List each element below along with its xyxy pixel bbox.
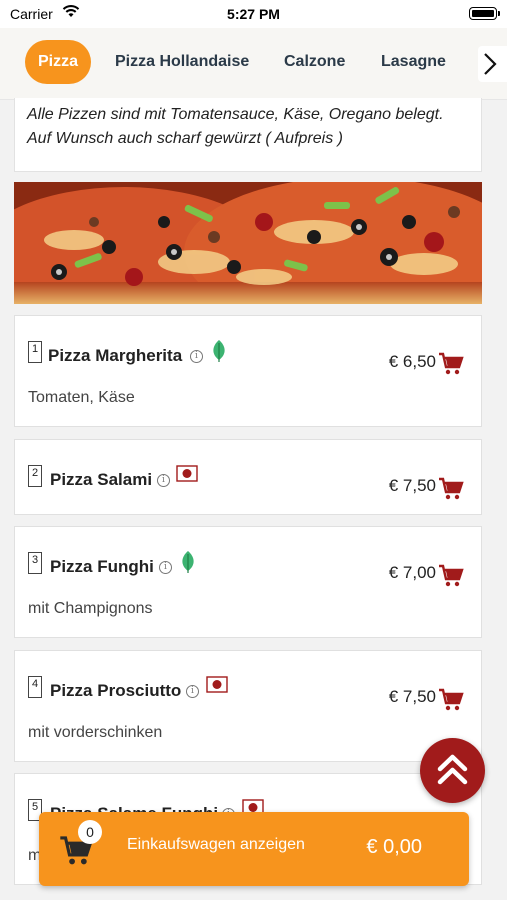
tab-pizza[interactable]: Pizza (25, 40, 92, 84)
category-tabs: Pizza Pizza Hollandaise Calzone Lasagne (0, 28, 507, 100)
add-to-cart-icon[interactable] (438, 352, 464, 381)
add-to-cart-icon[interactable] (438, 477, 464, 506)
cart-count-badge: 0 (78, 820, 102, 844)
tab-calzone[interactable]: Calzone (284, 40, 345, 84)
item-name: Pizza Margherita (48, 346, 183, 365)
info-icon[interactable]: i (186, 685, 199, 698)
tab-lasagne[interactable]: Lasagne (381, 40, 446, 84)
item-number: 3 (28, 552, 42, 574)
leaf-icon (179, 550, 197, 579)
meat-icon (206, 676, 228, 698)
item-description: mit vorderschinken (28, 724, 163, 741)
item-price: € 7,00 (388, 563, 436, 582)
item-price: € 6,50 (388, 352, 436, 371)
view-cart-button[interactable]: 0 Einkaufswagen anzeigen € 0,00 (39, 812, 469, 886)
menu-item[interactable]: 1 Pizza Margherita i € 6,50 Tomaten, Käs… (14, 315, 482, 427)
add-to-cart-icon[interactable] (438, 564, 464, 593)
item-name: Pizza Funghi (50, 557, 154, 576)
pizza-banner-image (14, 182, 482, 304)
clock: 5:27 PM (227, 6, 280, 22)
double-chevron-up-icon (437, 754, 468, 785)
category-description: Alle Pizzen sind mit Tomatensauce, Käse,… (14, 98, 482, 172)
meat-icon (176, 465, 198, 487)
item-price: € 7,50 (388, 687, 436, 706)
cart-label: Einkaufswagen anzeigen (127, 836, 305, 853)
chevron-right-icon (484, 53, 497, 75)
next-tabs-button[interactable] (478, 46, 507, 82)
tab-pizza-hollandaise[interactable]: Pizza Hollandaise (115, 40, 249, 84)
item-number: 4 (28, 676, 42, 698)
cart-total: € 0,00 (366, 836, 422, 858)
item-description: mit Champignons (28, 600, 153, 617)
add-to-cart-icon[interactable] (438, 688, 464, 717)
info-icon[interactable]: i (190, 350, 203, 363)
menu-item[interactable]: 3 Pizza Funghi i € 7,00 mit Champignons (14, 526, 482, 638)
menu-item[interactable]: 4 Pizza Prosciutto i € 7,50 mit vordersc… (14, 650, 482, 762)
item-price: € 7,50 (388, 476, 436, 495)
info-icon[interactable]: i (159, 561, 172, 574)
leaf-icon (210, 339, 228, 368)
app-screen: Carrier 5:27 PM Pizza Pizza Hollandaise … (0, 0, 507, 900)
item-number: 1 (28, 341, 42, 363)
scroll-to-top-button[interactable] (420, 738, 485, 803)
item-name: Pizza Prosciutto (50, 681, 182, 700)
battery-icon (469, 7, 500, 20)
item-description: Tomaten, Käse (28, 389, 135, 406)
item-number: 2 (28, 465, 42, 487)
item-name: Pizza Salami (50, 470, 153, 489)
status-bar: Carrier 5:27 PM (0, 0, 507, 28)
info-icon[interactable]: i (157, 474, 170, 487)
menu-item[interactable]: 2 Pizza Salami i € 7,50 (14, 439, 482, 515)
